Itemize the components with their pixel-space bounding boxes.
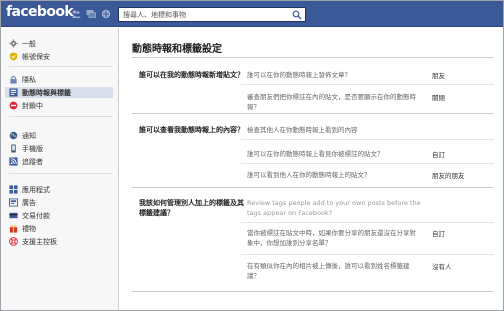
messages-icon[interactable] — [86, 9, 96, 19]
support-icon — [9, 237, 18, 246]
setting-description: 在有類似你在內的相片被上傳後，誰可以看到姓名標籤建議？ — [247, 262, 410, 280]
settings-section: 誰可以查看我動態時報上的內容？ 檢查其他人在你動態時報上看到的內容 誰可以在你的… — [132, 114, 494, 188]
setting-description: Review tags people add to your own posts… — [247, 199, 421, 217]
sidebar-item-security[interactable]: 帳號保安 — [9, 51, 113, 62]
search-box[interactable] — [118, 7, 306, 22]
row-divider — [241, 139, 494, 140]
setting-row[interactable]: Review tags people add to your own posts… — [247, 198, 494, 220]
friends-icon[interactable] — [71, 9, 81, 19]
sidebar-item-followers[interactable]: 追蹤者 — [9, 156, 113, 167]
sidebar-item-apps[interactable]: 應用程式 — [9, 184, 113, 195]
sidebar-divider — [9, 116, 113, 117]
sidebar-item-label: 隱私 — [22, 75, 36, 84]
setting-value[interactable]: 自訂 — [432, 228, 445, 238]
browser-frame: facebook 搜尋人、地標和事物 一般 帳號保安 隱私 動態時報與標籤 封鎖… — [0, 0, 504, 311]
gift-icon — [9, 225, 18, 233]
setting-description: 誰可以在你的動態時報上發佈文章？ — [247, 71, 351, 79]
timeline-icon — [9, 88, 18, 97]
gear-icon — [9, 39, 18, 48]
sidebar-item-gifts[interactable]: 禮物 — [9, 223, 113, 234]
setting-row[interactable]: 誰可以看到他人在你的動態時報上的貼文？ 朋友的朋友 — [247, 170, 494, 182]
sidebar-item-label: 帳號保安 — [22, 52, 50, 61]
setting-value[interactable]: 沒有人 — [432, 261, 452, 271]
sidebar-item-general[interactable]: 一般 — [9, 38, 113, 49]
mobile-icon — [11, 144, 16, 153]
globe-icon — [9, 131, 18, 140]
setting-row[interactable]: 誰可以在你的動態時報上看見你被標註的貼文？ 自訂 — [247, 149, 494, 161]
lock-icon — [10, 75, 17, 84]
section-question: 我該如何管理別人加上的標籤及其標籤建議？ — [139, 199, 244, 217]
top-bar: facebook — [1, 1, 503, 27]
settings-section: 誰可以在我的動態時報新增貼文？ 誰可以在你的動態時報上發佈文章？ 朋友 審查朋友… — [132, 58, 494, 114]
setting-value[interactable]: 自訂 — [432, 149, 445, 159]
settings-section: 我該如何管理別人加上的標籤及其標籤建議？ Review tags people … — [132, 188, 494, 292]
setting-description: 當你被標註在貼文中時，如果你要分享的朋友還沒在分享對象中，你想加誰到分享名單？ — [247, 229, 416, 247]
sidebar-item-mobile[interactable]: 手機版 — [9, 143, 113, 154]
sidebar-item-support[interactable]: 支援主控板 — [9, 236, 113, 247]
row-divider — [241, 163, 494, 164]
sidebar-item-ads[interactable]: 廣告 — [9, 197, 113, 208]
setting-row[interactable]: 檢查其他人在你動態時報上看到的內容 — [247, 125, 494, 137]
sidebar-item-label: 追蹤者 — [22, 157, 43, 166]
search-icon[interactable] — [292, 10, 302, 20]
setting-description: 誰可以在你的動態時報上看見你被標註的貼文？ — [247, 150, 384, 158]
sidebar-item-label: 支援主控板 — [22, 237, 57, 246]
row-divider — [241, 84, 494, 85]
settings-main: 動態時報和標籤設定 誰可以在我的動態時報新增貼文？ 誰可以在你的動態時報上發佈文… — [118, 28, 503, 310]
sidebar-item-label: 封鎖中 — [22, 101, 43, 110]
sidebar-divider — [9, 66, 113, 67]
setting-description: 審查朋友們把你標註在內的貼文，是否要顯示在你的動態時報？ — [247, 93, 416, 111]
sidebar-item-timeline-tagging[interactable]: 動態時報與標籤 — [5, 87, 113, 98]
sidebar-item-blocking[interactable]: 封鎖中 — [9, 100, 113, 111]
shield-icon — [9, 52, 18, 61]
setting-description: 檢查其他人在你動態時報上看到的內容 — [247, 126, 358, 134]
row-divider — [241, 254, 494, 255]
facebook-logo[interactable]: facebook — [6, 4, 74, 20]
section-question: 誰可以查看我動態時報上的內容？ — [139, 126, 244, 134]
setting-row[interactable]: 在有類似你在內的相片被上傳後，誰可以看到姓名標籤建議？ 沒有人 — [247, 261, 494, 283]
ads-icon — [9, 198, 18, 207]
sidebar-item-label: 通知 — [22, 131, 36, 140]
setting-row[interactable]: 誰可以在你的動態時報上發佈文章？ 朋友 — [247, 70, 494, 82]
sidebar-item-notifications[interactable]: 通知 — [9, 130, 113, 141]
setting-row[interactable]: 當你被標註在貼文中時，如果你要分享的朋友還沒在分享對象中，你想加誰到分享名單？ … — [247, 228, 494, 250]
sidebar-item-label: 禮物 — [22, 224, 36, 233]
setting-row[interactable]: 審查朋友們把你標註在內的貼文，是否要顯示在你的動態時報？ 關閉 — [247, 92, 494, 112]
page-title: 動態時報和標籤設定 — [132, 44, 222, 55]
settings-sidebar: 一般 帳號保安 隱私 動態時報與標籤 封鎖中 通知 手機版 追蹤者 應用程式 廣… — [1, 28, 118, 310]
setting-value[interactable]: 關閉 — [432, 92, 445, 102]
block-icon — [9, 101, 18, 110]
sidebar-divider — [9, 173, 113, 174]
rss-icon — [9, 157, 18, 166]
notifications-icon[interactable] — [101, 9, 111, 19]
sidebar-item-privacy[interactable]: 隱私 — [9, 74, 113, 85]
setting-value[interactable]: 朋友 — [432, 70, 445, 80]
sidebar-item-label: 動態時報與標籤 — [22, 88, 71, 97]
section-question: 誰可以在我的動態時報新增貼文？ — [139, 71, 244, 79]
sidebar-item-label: 手機版 — [22, 144, 43, 153]
search-input[interactable] — [119, 8, 289, 21]
sidebar-item-label: 應用程式 — [22, 185, 50, 194]
setting-description: 誰可以看到他人在你的動態時報上的貼文？ — [247, 171, 371, 179]
apps-icon — [9, 185, 18, 194]
sidebar-item-label: 一般 — [22, 39, 36, 48]
row-divider — [241, 222, 494, 223]
payments-icon — [9, 212, 18, 219]
sidebar-item-label: 廣告 — [22, 198, 36, 207]
jewel-group — [71, 9, 111, 19]
setting-value[interactable]: 朋友的朋友 — [432, 170, 465, 180]
sidebar-item-label: 交易付款 — [22, 211, 50, 220]
sidebar-item-payments[interactable]: 交易付款 — [9, 210, 113, 221]
